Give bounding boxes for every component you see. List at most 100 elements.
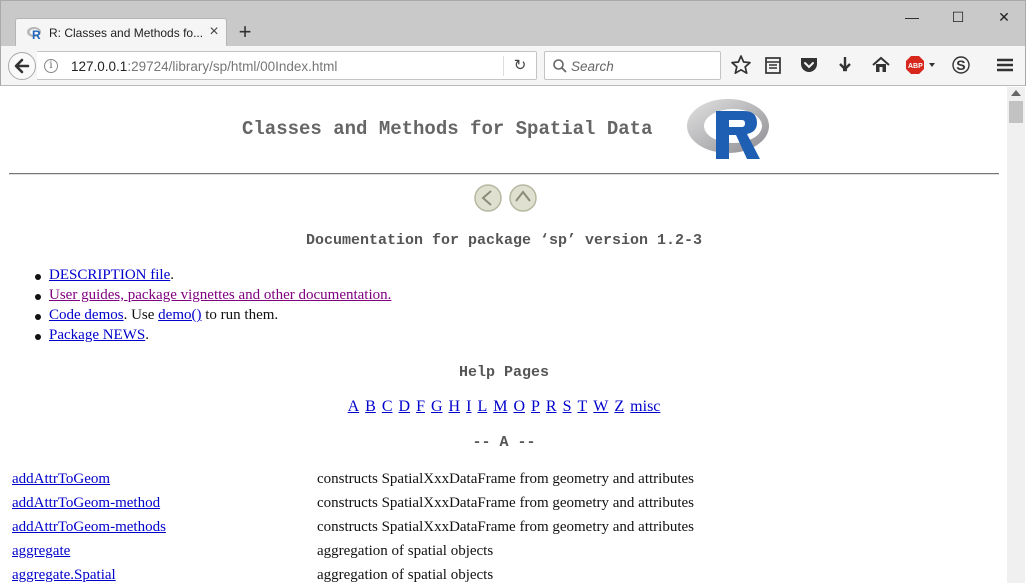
scroll-up-arrow-icon[interactable] <box>1011 90 1021 96</box>
table-cell-name: addAttrToGeom <box>9 467 314 491</box>
reload-icon[interactable]: ↻ <box>509 55 531 77</box>
list-item: Package NEWS. <box>31 327 391 347</box>
url-text[interactable]: 127.0.0.1:29724/library/sp/html/00Index.… <box>71 59 337 74</box>
search-input[interactable] <box>571 56 716 76</box>
table-row: aggregate aggregation of spatial objects <box>9 539 697 563</box>
letter-link-z[interactable]: Z <box>614 398 624 415</box>
description-file-link[interactable]: DESCRIPTION file <box>49 267 170 283</box>
letter-link-a[interactable]: A <box>348 398 360 415</box>
scrollbar-thumb[interactable] <box>1009 101 1023 123</box>
demo-function-link[interactable]: demo() <box>158 307 201 323</box>
section-heading-a: -- A -- <box>472 434 536 451</box>
vertical-scrollbar[interactable] <box>1007 87 1025 583</box>
table-cell-description: aggregation of spatial objects <box>317 566 494 583</box>
r-logo <box>687 99 769 159</box>
help-topic-link[interactable]: addAttrToGeom-methods <box>12 519 166 535</box>
close-window-button[interactable]: ✕ <box>981 4 1026 30</box>
url-path: :29724/library/sp/html/00Index.html <box>127 59 338 74</box>
header-divider <box>9 173 999 175</box>
adblock-icon: ABP <box>906 56 935 74</box>
letter-link-s[interactable]: S <box>563 398 572 415</box>
download-icon[interactable] <box>834 54 856 76</box>
pocket-icon[interactable] <box>798 54 820 76</box>
minimize-button[interactable]: — <box>889 4 935 30</box>
letter-link-g[interactable]: G <box>431 398 443 415</box>
letter-link-d[interactable]: D <box>399 398 411 415</box>
page-title: Classes and Methods for Spatial Data <box>242 118 653 140</box>
list-item-suffix: . <box>145 327 149 343</box>
letter-link-p[interactable]: P <box>531 398 540 415</box>
search-bar[interactable] <box>544 51 721 80</box>
left-arrow-icon[interactable] <box>473 183 503 213</box>
maximize-button[interactable]: ☐ <box>935 4 981 30</box>
navigation-toolbar: i 127.0.0.1:29724/library/sp/html/00Inde… <box>0 46 1026 86</box>
page-viewport: Classes and Methods for Spatial Data Doc… <box>1 87 1007 583</box>
tab-title: R: Classes and Methods fo... <box>49 26 204 40</box>
help-pages-heading: Help Pages <box>458 364 549 381</box>
list-item: User guides, package vignettes and other… <box>31 287 391 307</box>
letter-link-m[interactable]: M <box>493 398 507 415</box>
table-row: addAttrToGeom-method constructs SpatialX… <box>9 491 697 515</box>
table-cell-description: constructs SpatialXxxDataFrame from geom… <box>317 494 694 511</box>
tab-active[interactable]: R R: Classes and Methods fo... × <box>15 18 227 48</box>
table-cell-name: addAttrToGeom-method <box>9 491 314 515</box>
code-demos-link[interactable]: Code demos <box>49 307 124 323</box>
table-cell-description: constructs SpatialXxxDataFrame from geom… <box>317 518 694 535</box>
new-tab-button[interactable]: + <box>233 19 257 45</box>
up-arrow-icon[interactable] <box>508 183 538 213</box>
info-icon[interactable]: i <box>44 59 58 73</box>
table-row: aggregate.Spatial aggregation of spatial… <box>9 563 697 583</box>
search-icon <box>553 59 567 73</box>
help-topic-link[interactable]: addAttrToGeom <box>12 471 110 487</box>
home-icon[interactable] <box>870 54 892 76</box>
page-header: Classes and Methods for Spatial Data <box>1 87 1007 175</box>
s-extension-icon[interactable]: S <box>950 54 972 76</box>
letter-link-b[interactable]: B <box>365 398 376 415</box>
help-topic-link[interactable]: aggregate.Spatial <box>12 567 116 583</box>
bookmark-star-icon[interactable] <box>730 54 752 76</box>
letter-link-t[interactable]: T <box>578 398 588 415</box>
table-cell-name: aggregate <box>9 539 314 563</box>
help-index-table: addAttrToGeom constructs SpatialXxxDataF… <box>9 467 697 583</box>
letter-link-r[interactable]: R <box>546 398 557 415</box>
table-row: addAttrToGeom-methods constructs Spatial… <box>9 515 697 539</box>
table-cell-name: aggregate.Spatial <box>9 563 314 583</box>
table-row: addAttrToGeom constructs SpatialXxxDataF… <box>9 467 697 491</box>
list-item: DESCRIPTION file. <box>31 267 391 287</box>
list-item-mid: . Use <box>123 307 159 323</box>
r-favicon-icon: R <box>27 27 41 40</box>
letter-link-h[interactable]: H <box>449 398 461 415</box>
letter-link-f[interactable]: F <box>416 398 425 415</box>
reading-list-icon[interactable] <box>762 54 784 76</box>
table-cell-name: addAttrToGeom-methods <box>9 515 314 539</box>
adblock-button[interactable]: ABP <box>906 54 938 76</box>
letter-link-w[interactable]: W <box>593 398 608 415</box>
back-button[interactable] <box>8 52 36 80</box>
package-news-link[interactable]: Package NEWS <box>49 327 145 343</box>
letter-link-i[interactable]: I <box>466 398 471 415</box>
letter-link-misc[interactable]: misc <box>630 398 660 415</box>
url-host: 127.0.0.1 <box>71 59 128 74</box>
list-item: Code demos. Use demo() to run them. <box>31 307 391 327</box>
hamburger-menu-icon[interactable] <box>994 54 1016 76</box>
letter-index: A B C D F G H I L M O P R S T W Z misc <box>1 398 1007 416</box>
table-cell-description: constructs SpatialXxxDataFrame from geom… <box>317 470 694 487</box>
help-topic-link[interactable]: aggregate <box>12 543 70 559</box>
doc-heading: Documentation for package ‘sp’ version 1… <box>305 232 703 249</box>
table-cell-description: aggregation of spatial objects <box>317 542 494 559</box>
back-arrow-icon <box>14 58 30 74</box>
user-guides-link[interactable]: User guides, package vignettes and other… <box>49 287 391 303</box>
letter-link-c[interactable]: C <box>382 398 393 415</box>
title-bar: R R: Classes and Methods fo... × + — ☐ ✕ <box>0 0 1026 48</box>
list-item-suffix: to run them. <box>201 307 279 323</box>
svg-text:R: R <box>32 28 41 40</box>
letter-link-l[interactable]: L <box>477 398 487 415</box>
url-divider <box>503 56 504 76</box>
adblock-label: ABP <box>908 63 923 70</box>
url-bar[interactable]: i 127.0.0.1:29724/library/sp/html/00Inde… <box>37 51 537 80</box>
tab-close-icon[interactable]: × <box>206 22 222 42</box>
help-topic-link[interactable]: addAttrToGeom-method <box>12 495 160 511</box>
letter-link-o[interactable]: O <box>513 398 525 415</box>
doc-links-list: DESCRIPTION file. User guides, package v… <box>31 267 391 347</box>
list-item-suffix: . <box>170 267 174 283</box>
